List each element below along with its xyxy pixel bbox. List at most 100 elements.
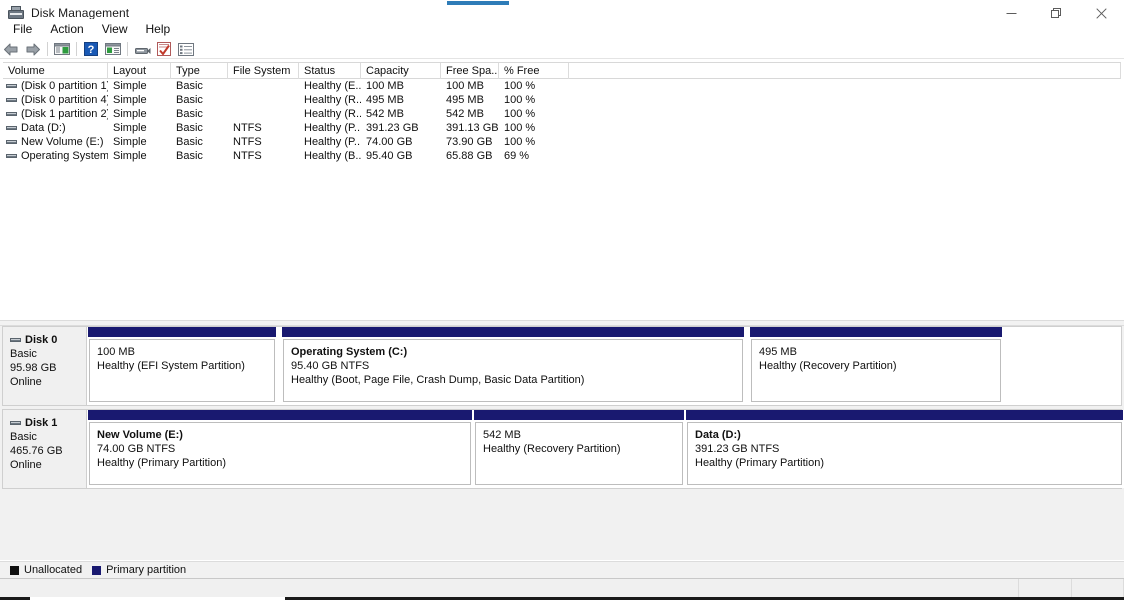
table-row[interactable]: Data (D:) Simple Basic NTFS Healthy (P... 391… <box>3 121 1121 135</box>
cell-capacity: 95.40 GB <box>366 150 413 162</box>
graphical-disk-view[interactable]: Disk 0 Basic 95.98 GB Online 100 MB Healthy (… <box>0 326 1124 560</box>
column-header-blank[interactable] <box>569 63 1121 79</box>
cell-file-system: NTFS <box>233 122 262 134</box>
disk-name: Disk 0 <box>10 333 86 347</box>
partition-color-bar <box>749 327 1003 337</box>
show-hide-action-pane-button[interactable] <box>102 39 124 59</box>
cell-capacity: 495 MB <box>366 94 404 106</box>
partition-block[interactable]: New Volume (E:) 74.00 GB NTFS Healthy (Pri… <box>87 410 473 488</box>
menu-help[interactable]: Help <box>137 20 180 39</box>
help-button[interactable]: ? <box>80 39 102 59</box>
partition-color-bar <box>87 410 473 420</box>
table-row[interactable]: (Disk 0 partition 4) Simple Basic Healthy (… <box>3 93 1121 107</box>
column-header-type[interactable]: Type <box>171 63 228 79</box>
disk-type: Basic <box>10 431 37 443</box>
details-view-button[interactable] <box>175 39 197 59</box>
column-header-free[interactable]: % Free <box>499 63 569 79</box>
volume-label: Data (D:) <box>21 122 66 134</box>
toolbar-separator <box>127 42 128 56</box>
volume-icon <box>6 112 17 116</box>
partition-block[interactable]: 100 MB Healthy (EFI System Partition) <box>87 327 277 405</box>
volume-label: Operating System ... <box>21 150 108 162</box>
volume-list-body[interactable]: (Disk 0 partition 1) Simple Basic Healthy (… <box>3 79 1121 163</box>
partition-block[interactable]: Data (D:) 391.23 GB NTFS Healthy (Primary … <box>685 410 1124 488</box>
cell-volume: New Volume (E:) <box>3 135 108 149</box>
disk-panel-disk-1[interactable]: Disk 1 Basic 465.76 GB Online New Volume (E:… <box>2 409 1124 489</box>
cell-capacity: 542 MB <box>366 108 404 120</box>
cell-file-system: NTFS <box>233 150 262 162</box>
column-header-file-system[interactable]: File System <box>228 63 299 79</box>
partition-strip: 100 MB Healthy (EFI System Partition) Oper… <box>87 327 1121 405</box>
partition-details: New Volume (E:) 74.00 GB NTFS Healthy (Pri… <box>89 422 471 485</box>
disk-panel-disk-0[interactable]: Disk 0 Basic 95.98 GB Online 100 MB Healthy (… <box>2 326 1122 406</box>
volume-label: (Disk 0 partition 1) <box>21 80 108 92</box>
cell-file-system <box>228 107 299 121</box>
window-accent-bar <box>447 1 509 5</box>
partition-size: 95.40 GB NTFS <box>291 360 370 372</box>
forward-button[interactable] <box>22 39 44 59</box>
cell-percent-free: 69 % <box>504 150 530 162</box>
cell-free-space: 65.88 GB <box>446 150 493 162</box>
rescan-disks-button[interactable] <box>131 39 153 59</box>
partition-size: 542 MB <box>483 429 521 441</box>
column-header-status[interactable]: Status <box>299 63 361 79</box>
menu-action[interactable]: Action <box>41 20 92 39</box>
cell-percent-free: 100 % <box>504 80 536 92</box>
cell-type: Basic <box>176 108 203 120</box>
table-row[interactable]: Operating System ... Simple Basic NTFS Healt… <box>3 149 1121 163</box>
legend-unallocated: Unallocated <box>10 564 82 576</box>
legend-swatch <box>92 565 102 575</box>
svg-text:?: ? <box>88 44 95 56</box>
disk-size: 95.98 GB <box>10 362 57 374</box>
back-button[interactable] <box>0 39 22 59</box>
column-header-layout[interactable]: Layout <box>108 63 171 79</box>
table-row[interactable]: (Disk 0 partition 1) Simple Basic Healthy (… <box>3 79 1121 93</box>
partition-color-bar <box>281 327 745 337</box>
table-row[interactable]: (Disk 1 partition 2) Simple Basic Healthy (… <box>3 107 1121 121</box>
volume-label: (Disk 0 partition 4) <box>21 94 108 106</box>
cell-volume: (Disk 1 partition 2) <box>3 107 108 121</box>
disk-management-window: Disk Management File Action View Help ? … <box>0 0 1124 600</box>
menu-file[interactable]: File <box>4 20 41 39</box>
legend-label: Primary partition <box>106 564 187 576</box>
volume-icon <box>6 154 17 158</box>
partition-status: Healthy (Recovery Partition) <box>759 360 897 372</box>
cell-type: Basic <box>176 94 203 106</box>
disk-size: 465.76 GB <box>10 445 63 457</box>
properties-button[interactable] <box>153 39 175 59</box>
toolbar-separator <box>76 42 77 56</box>
partition-status: Healthy (Primary Partition) <box>97 457 226 469</box>
partition-size: 391.23 GB NTFS <box>695 443 780 455</box>
partition-block[interactable]: Operating System (C:) 95.40 GB NTFS Health… <box>281 327 745 405</box>
disk-info[interactable]: Disk 0 Basic 95.98 GB Online <box>3 327 87 405</box>
cell-layout: Simple <box>113 150 147 162</box>
disk-state: Online <box>10 376 42 388</box>
cell-layout: Simple <box>113 94 147 106</box>
partition-size: 74.00 GB NTFS <box>97 443 176 455</box>
disk-info[interactable]: Disk 1 Basic 465.76 GB Online <box>3 410 87 488</box>
show-hide-console-tree-button[interactable] <box>51 39 73 59</box>
column-header-free-spa[interactable]: Free Spa... <box>441 63 499 79</box>
cell-free-space: 391.13 GB <box>446 122 499 134</box>
column-header-volume[interactable]: Volume <box>3 63 108 79</box>
menu-view[interactable]: View <box>93 20 137 39</box>
volume-label: (Disk 1 partition 2) <box>21 108 108 120</box>
table-row[interactable]: New Volume (E:) Simple Basic NTFS Healthy (P… <box>3 135 1121 149</box>
partition-title: New Volume (E:) <box>97 429 183 441</box>
partition-block[interactable]: 495 MB Healthy (Recovery Partition) <box>749 327 1003 405</box>
cell-status: Healthy (B... <box>304 150 361 162</box>
volume-list-header: Volume Layout Type File System Status Capacit… <box>3 62 1121 79</box>
cell-file-system <box>228 79 299 93</box>
partition-status: Healthy (Primary Partition) <box>695 457 824 469</box>
cell-layout: Simple <box>113 80 147 92</box>
disk-icon <box>10 421 21 425</box>
volume-icon <box>6 84 17 88</box>
volume-list[interactable]: Volume Layout Type File System Status Capacit… <box>3 62 1121 320</box>
partition-block[interactable]: 542 MB Healthy (Recovery Partition) <box>473 410 685 488</box>
partition-status: Healthy (Boot, Page File, Crash Dump, Ba… <box>291 374 585 386</box>
cell-volume: Data (D:) <box>3 121 108 135</box>
column-header-capacity[interactable]: Capacity <box>361 63 441 79</box>
cell-free-space: 73.90 GB <box>446 136 493 148</box>
disk-name-label: Disk 1 <box>25 417 58 429</box>
legend-primary-partition: Primary partition <box>92 564 186 576</box>
